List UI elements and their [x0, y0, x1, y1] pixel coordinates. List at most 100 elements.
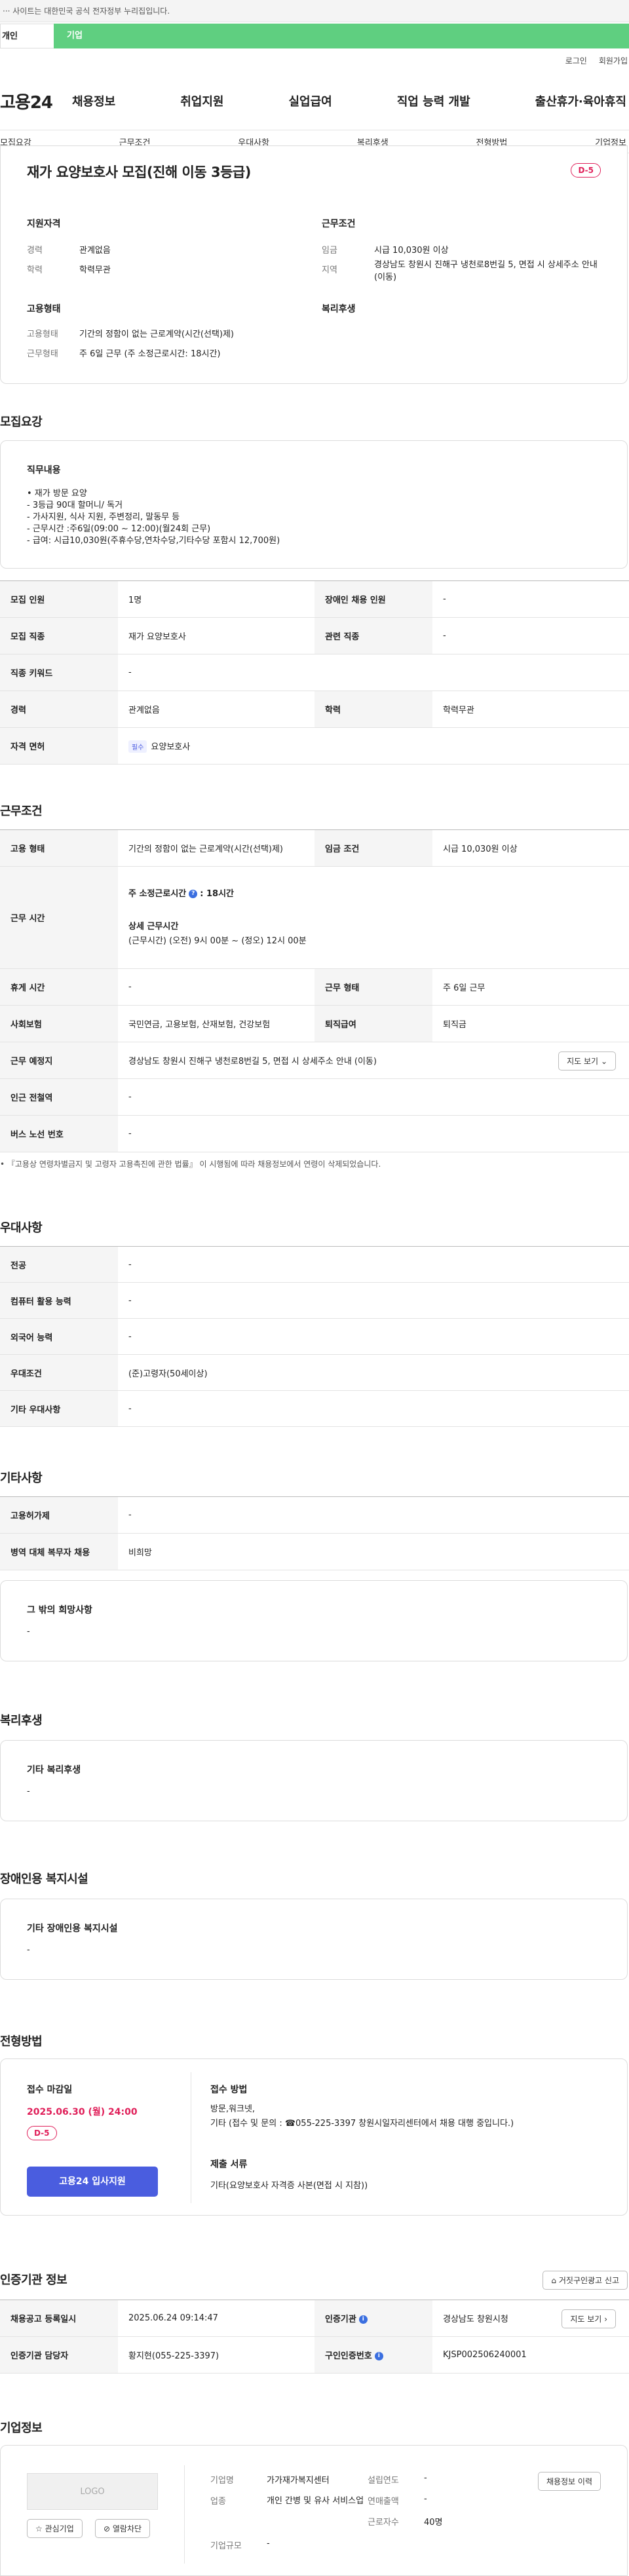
hope-card: 그 밖의 희망사항 - — [0, 1580, 628, 1661]
weekly-hours: 주 소정근로시간?: 18시간 — [128, 887, 619, 901]
block-icon: ⊘ — [104, 2524, 111, 2533]
info-icon[interactable]: i — [358, 2315, 368, 2324]
work-form-label: 근무형태 — [27, 349, 58, 359]
cell-value: 황지현(055-225-3397) — [118, 2336, 314, 2374]
cell-value: - — [432, 580, 629, 618]
login-link[interactable]: 로그인 — [565, 55, 587, 66]
cell-value: - — [118, 1246, 629, 1283]
block-button-label: 열람차단 — [112, 2524, 142, 2533]
report-button[interactable]: ⌂ 거짓구인광고 신고 — [543, 2271, 628, 2290]
cell-label: 외국어 능력 — [0, 1318, 118, 1355]
cell-value: 퇴직금 — [432, 1005, 629, 1042]
gnb-jobs[interactable]: 채용정보 — [72, 92, 115, 109]
conditions-section-title: 근무조건 — [0, 805, 43, 818]
block-button[interactable]: ⊘ 열람차단 — [95, 2519, 151, 2538]
table-row: 고용 형태 기간의 정함이 없는 근로계약(시간(선택)제) 임금 조건 시급 … — [0, 829, 629, 867]
tab-individual[interactable]: 개인 — [0, 24, 54, 48]
cell-label: 모집 인원 — [0, 580, 118, 618]
table-row: 기타 우대사항 - — [0, 1390, 629, 1427]
table-row: 병역 대체 복무자 채용 비희망 — [0, 1533, 629, 1570]
map-button[interactable]: 지도 보기 ⌄ — [558, 1051, 616, 1070]
info-icon[interactable]: ? — [189, 889, 198, 898]
gnb-parental-leave[interactable]: 출산휴가·육아휴직 — [535, 92, 626, 109]
cell-value: (준)고령자(50세이상) — [118, 1354, 629, 1391]
etc-section-title: 기타사항 — [0, 1471, 43, 1485]
join-link[interactable]: 회원가입 — [599, 55, 628, 66]
table-row: 모집 직종 재가 요양보호사 관련 직종 - — [0, 617, 629, 654]
method-heading: 접수 방법 — [210, 2085, 248, 2095]
wage-value: 시급 10,030원 이상 — [374, 246, 449, 256]
table-row: 경력 관계없음 학력 학력무관 — [0, 691, 629, 728]
apply-button[interactable]: 고용24 입사지원 — [27, 2167, 158, 2197]
cell-label: 사회보험 — [0, 1005, 118, 1042]
duty-line: - 가사지원, 식사 지원, 주변정리, 말동무 등 — [27, 512, 180, 522]
sales-label: 연매출액 — [368, 2497, 399, 2507]
cell-label: 채용공고 등록일시 — [0, 2300, 118, 2337]
dday-badge: D-5 — [571, 163, 601, 178]
disability-card: 기타 장애인용 복지시설 - — [0, 1899, 628, 1980]
table-row: 인근 전철역 - — [0, 1078, 629, 1116]
cell-value: - — [118, 1282, 629, 1319]
agency-label: 인증기관 — [325, 2315, 356, 2324]
agency-section-title: 인증기관 정보 — [0, 2273, 67, 2287]
cell-label: 인증기관 담당자 — [0, 2336, 118, 2374]
table-row: 우대조건 (준)고령자(50세이상) — [0, 1354, 629, 1391]
detail-hours-value: (근무시간) (오전) 9시 00분 ~ (정오) 12시 00분 — [128, 936, 307, 946]
cell-value: 1명 — [118, 580, 314, 618]
tab-corporate[interactable]: 기업 — [54, 24, 629, 48]
cell-label: 버스 노선 번호 — [0, 1115, 118, 1152]
cell-label: 고용 형태 — [0, 829, 118, 867]
cell-label: 인증기관 i — [314, 2300, 432, 2337]
education-value: 학력무관 — [79, 265, 111, 275]
weekly-hours-label: 주 소정근로시간 — [128, 888, 187, 899]
gnb-job-training[interactable]: 직업 능력 개발 — [397, 92, 470, 109]
emp-type-value: 기간의 정함이 없는 근로계약(시간(선택)제) — [79, 330, 235, 339]
job-title: 재가 요양보호사 모집(진해 이동 3등급) — [27, 164, 251, 180]
conditions-table: 고용 형태 기간의 정함이 없는 근로계약(시간(선택)제) 임금 조건 시급 … — [0, 829, 629, 1152]
education-label: 학력 — [27, 265, 43, 275]
employees-label: 근로자수 — [368, 2518, 399, 2528]
gnb-employment-support[interactable]: 취업지원 — [180, 92, 223, 109]
detail-hours-heading: 상세 근무시간 — [128, 921, 179, 932]
table-row: 외국어 능력 - — [0, 1318, 629, 1355]
cell-label: 경력 — [0, 691, 118, 728]
interest-button[interactable]: ☆ 관심기업 — [27, 2519, 83, 2538]
docs-value: 기타(요양보호사 자격증 사본(면접 시 지참)) — [210, 2181, 368, 2191]
cell-label: 전공 — [0, 1246, 118, 1283]
agency-map-button[interactable]: 지도 보기 › — [562, 2309, 616, 2328]
location-value: 경상남도 창원시 진해구 냉천로8번길 5, 면접 시 상세주소 안내 (이동) — [374, 260, 598, 282]
table-row: 버스 노선 번호 - — [0, 1115, 629, 1152]
table-row: 인증기관 담당자 황지현(055-225-3397) 구인인증번호 i KJSP0… — [0, 2336, 629, 2374]
history-button[interactable]: 채용정보 이력 — [537, 2472, 601, 2491]
cell-value: 경상남도 창원시청 지도 보기 › — [432, 2300, 629, 2337]
cell-label: 장애인 채용 인원 — [314, 580, 432, 618]
info-icon[interactable]: i — [374, 2352, 383, 2360]
summary-card: 재가 요양보호사 모집(진해 이동 3등급) D-5 지원자격 경력 관계없음 … — [0, 145, 628, 384]
duty-line: • 재가 방문 요양 — [27, 489, 87, 499]
table-row: 휴게 시간 - 근무 형태 주 6일 근무 — [0, 968, 629, 1006]
method-value: 방문,워크넷, 기타 (접수 및 문의 : ☎055-225-3397 창원시일… — [210, 2104, 514, 2129]
cell-value: - — [118, 1390, 629, 1427]
table-row: 고용허가제 - — [0, 1496, 629, 1534]
cell-label: 기타 우대사항 — [0, 1390, 118, 1427]
cell-value: 비희망 — [118, 1533, 629, 1570]
company-logo: LOGO — [27, 2473, 158, 2510]
cell-value: 2025.06.24 09:14:47 — [118, 2300, 314, 2337]
deadline-heading: 접수 마감일 — [27, 2085, 73, 2095]
scale-value: - — [267, 2539, 270, 2548]
cell-value: - — [118, 1078, 629, 1116]
site-logo[interactable]: 고용24 — [0, 89, 72, 113]
welfare-section-title: 복리후생 — [0, 1714, 43, 1728]
hope-heading: 그 밖의 희망사항 — [27, 1605, 92, 1616]
gnb-unemployment-benefit[interactable]: 실업급여 — [289, 92, 332, 109]
table-row: 근무 예정지 경상남도 창원시 진해구 냉천로8번길 5, 면접 시 상세주소 … — [0, 1042, 629, 1079]
cell-label: 휴게 시간 — [0, 968, 118, 1006]
cell-label: 병역 대체 복무자 채용 — [0, 1533, 118, 1570]
emp-type-label: 고용형태 — [27, 330, 58, 339]
cell-label: 관련 직종 — [314, 617, 432, 654]
star-icon: ☆ — [35, 2524, 43, 2533]
company-section-title: 기업정보 — [0, 2421, 43, 2435]
divider — [184, 2465, 185, 2564]
age-notice: • 『고용상 연령차별금지 및 고령자 고용촉진에 관한 법률』 이 시행됨에 … — [0, 1160, 381, 1169]
utility-links: 로그인 회원가입 — [565, 55, 629, 66]
